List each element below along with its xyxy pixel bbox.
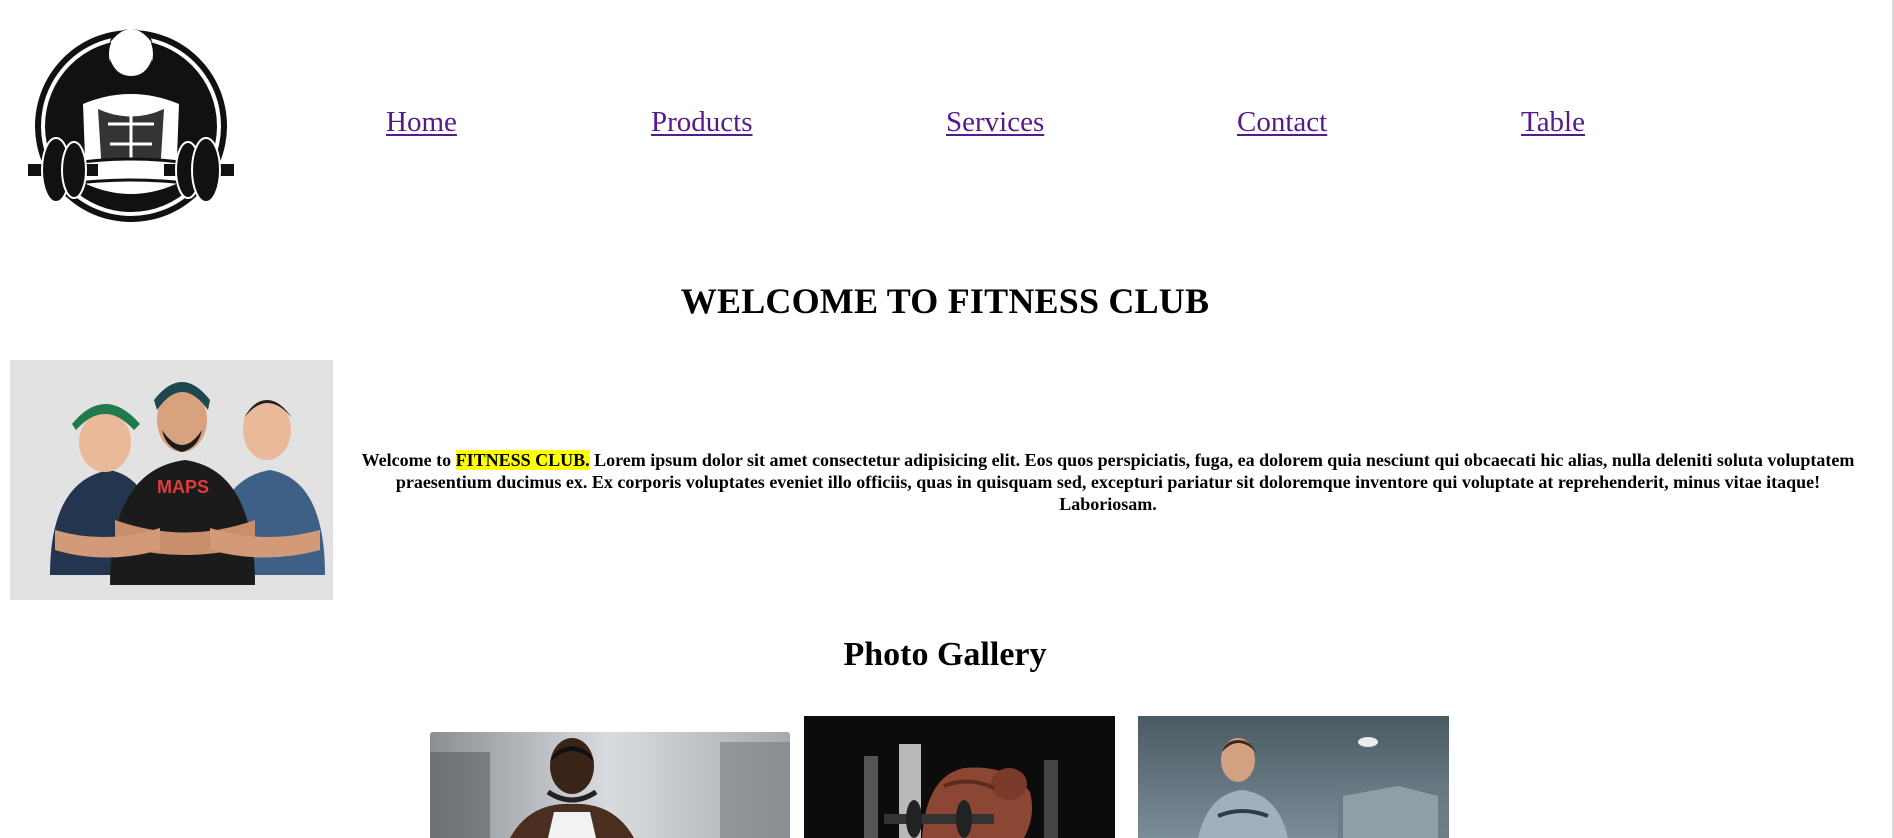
highlight-club-name: FITNESS CLUB. bbox=[455, 450, 590, 470]
gallery-heading: Photo Gallery bbox=[843, 636, 1047, 673]
nav-contact-link[interactable]: Contact bbox=[1237, 106, 1327, 139]
nav-table-link[interactable]: Table bbox=[1521, 106, 1585, 139]
bodybuilder-dumbbell-photo[interactable] bbox=[804, 716, 1115, 838]
athlete-gym-photo[interactable] bbox=[430, 732, 790, 838]
trainers-group-illustration: MAPS bbox=[10, 360, 333, 600]
main-nav: Home Products Services Contact Table bbox=[0, 106, 1894, 146]
intro-text: Lorem ipsum dolor sit amet consectetur a… bbox=[395, 450, 1855, 514]
intro-paragraph: Welcome to FITNESS CLUB. Lorem ipsum dol… bbox=[348, 449, 1868, 515]
shirt-text: MAPS bbox=[157, 477, 209, 497]
page: Home Products Services Contact Table WEL… bbox=[0, 0, 1894, 838]
nav-products-link[interactable]: Products bbox=[651, 106, 753, 139]
nav-home-link[interactable]: Home bbox=[386, 106, 457, 139]
intro-prefix: Welcome to bbox=[361, 450, 456, 470]
runner-treadmill-photo[interactable] bbox=[1138, 716, 1449, 838]
nav-services-link[interactable]: Services bbox=[946, 106, 1044, 139]
welcome-heading: WELCOME TO FITNESS CLUB bbox=[680, 281, 1210, 321]
